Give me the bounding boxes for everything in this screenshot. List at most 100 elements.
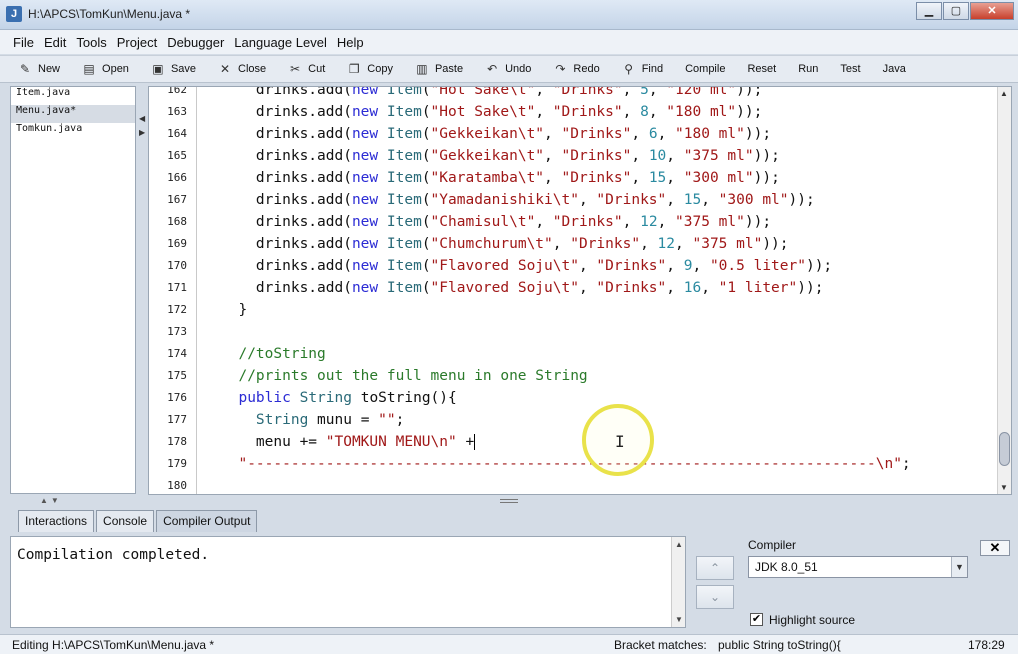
code-line[interactable]: 165 drinks.add(new Item("Gekkeikan\t", "… xyxy=(149,145,997,167)
menu-file[interactable]: File xyxy=(8,35,39,50)
menu-tools[interactable]: Tools xyxy=(71,35,111,50)
code-token: "Drinks" xyxy=(596,192,667,208)
compiler-select[interactable]: JDK 8.0_51 ▼ xyxy=(748,556,968,578)
code-token: toString(){ xyxy=(351,390,457,406)
code-text: drinks.add(new Item("Karatamba\t", "Drin… xyxy=(221,167,780,189)
undo-icon: ↶ xyxy=(487,62,498,76)
code-token: "Flavored Soju\t" xyxy=(430,280,579,296)
code-line[interactable]: 163 drinks.add(new Item("Hot Sake\t", "D… xyxy=(149,101,997,123)
code-token: "Drinks" xyxy=(552,214,623,230)
code-line[interactable]: 166 drinks.add(new Item("Karatamba\t", "… xyxy=(149,167,997,189)
code-line[interactable]: 164 drinks.add(new Item("Gekkeikan\t", "… xyxy=(149,123,997,145)
code-line[interactable]: 180 xyxy=(149,475,997,494)
save-button[interactable]: ▣ Save xyxy=(151,62,196,76)
undo-button[interactable]: ↶ Undo xyxy=(485,62,531,76)
code-token: , xyxy=(544,126,562,142)
menu-debugger[interactable]: Debugger xyxy=(162,35,229,50)
compile-button[interactable]: Compile xyxy=(685,63,725,75)
code-token: , xyxy=(535,104,553,120)
close-button[interactable]: ✕ Close xyxy=(218,62,266,76)
code-token: "1 liter" xyxy=(718,280,798,296)
scroll-up-icon[interactable]: ▲ xyxy=(1000,89,1008,98)
find-button[interactable]: ⚲ Find xyxy=(622,62,663,76)
code-line[interactable]: 176 public String toString(){ xyxy=(149,387,997,409)
code-editor[interactable]: ▲ ▼ 162 drinks.add(new Item("Hot Sake\t"… xyxy=(148,86,1012,495)
pane-splitter-handle[interactable] xyxy=(500,499,518,503)
code-line[interactable]: 167 drinks.add(new Item("Yamadanishiki\t… xyxy=(149,189,997,211)
file-item[interactable]: Tomkun.java xyxy=(11,123,135,141)
splitter-arrows[interactable]: ◀ ▶ xyxy=(139,112,145,140)
new-button[interactable]: ✎ New xyxy=(18,62,60,76)
close-panel-button[interactable]: ✕ xyxy=(980,540,1010,556)
output-text: Compilation completed. xyxy=(17,547,210,563)
file-list-resize-arrows[interactable]: ▲▼ xyxy=(40,496,62,505)
status-bar: Editing H:\APCS\TomKun\Menu.java * Brack… xyxy=(0,634,1018,654)
java-button[interactable]: Java xyxy=(883,63,906,75)
code-line[interactable]: 174 //toString xyxy=(149,343,997,365)
tab-console[interactable]: Console xyxy=(96,510,155,532)
scroll-up-icon[interactable]: ▲ xyxy=(675,540,683,549)
code-line[interactable]: 168 drinks.add(new Item("Chamisul\t", "D… xyxy=(149,211,997,233)
code-line[interactable]: 179 "-----------------------------------… xyxy=(149,453,997,475)
line-number: 169 xyxy=(167,237,187,250)
test-button[interactable]: Test xyxy=(840,63,860,75)
code-token: "Hot Sake\t" xyxy=(430,86,536,98)
paste-button[interactable]: ▥ Paste xyxy=(415,62,463,76)
bottom-tabs: Interactions Console Compiler Output xyxy=(18,510,259,532)
code-token: ( xyxy=(421,170,431,186)
code-line[interactable]: 172 } xyxy=(149,299,997,321)
code-token: 12 xyxy=(657,236,676,252)
code-token: "375 ml" xyxy=(683,148,754,164)
code-line[interactable]: 177 String munu = ""; xyxy=(149,409,997,431)
code-line[interactable]: 173 xyxy=(149,321,997,343)
next-error-button[interactable]: ⌄ xyxy=(696,585,734,609)
code-line[interactable]: 169 drinks.add(new Item("Chumchurum\t", … xyxy=(149,233,997,255)
chevron-up-icon: ⌃ xyxy=(709,561,721,575)
close-file-icon: ✕ xyxy=(219,62,231,76)
code-line[interactable]: 171 drinks.add(new Item("Flavored Soju\t… xyxy=(149,277,997,299)
redo-icon: ↷ xyxy=(555,62,566,76)
code-token: "---------------------------------------… xyxy=(221,456,902,472)
close-icon[interactable]: ✕ xyxy=(970,2,1014,20)
code-token: , xyxy=(675,236,693,252)
tab-interactions[interactable]: Interactions xyxy=(18,510,95,532)
menu-help[interactable]: Help xyxy=(332,35,369,50)
code-token: "375 ml" xyxy=(692,236,763,252)
scroll-down-icon[interactable]: ▼ xyxy=(675,615,683,624)
code-token: )); xyxy=(753,148,780,164)
compiler-output-pane[interactable]: Compilation completed. ▲ ▼ xyxy=(10,536,686,628)
code-line[interactable]: 178 menu += "TOMKUN MENU\n" + xyxy=(149,431,997,453)
code-text: //prints out the full menu in one String xyxy=(221,365,587,387)
code-line[interactable]: 170 drinks.add(new Item("Flavored Soju\t… xyxy=(149,255,997,277)
code-line[interactable]: 175 //prints out the full menu in one St… xyxy=(149,365,997,387)
dropdown-arrow-icon[interactable]: ▼ xyxy=(951,557,967,577)
output-scrollbar[interactable]: ▲ ▼ xyxy=(671,537,685,627)
file-item[interactable]: Menu.java* xyxy=(11,105,135,123)
highlight-source-checkbox[interactable]: ✔ xyxy=(750,613,763,626)
scroll-down-icon[interactable]: ▼ xyxy=(1000,483,1008,492)
editor-scrollbar[interactable]: ▲ ▼ xyxy=(997,87,1011,494)
menu-bar: File Edit Tools Project Debugger Language Lev… xyxy=(0,30,1018,54)
open-button[interactable]: ▤ Open xyxy=(82,62,129,76)
previous-error-button[interactable]: ⌃ xyxy=(696,556,734,580)
tab-compiler-output[interactable]: Compiler Output xyxy=(156,510,258,532)
code-line[interactable]: 162 drinks.add(new Item("Hot Sake\t", "D… xyxy=(149,86,997,101)
menu-language-level[interactable]: Language Level xyxy=(229,35,332,50)
menu-project[interactable]: Project xyxy=(112,35,162,50)
reset-button[interactable]: Reset xyxy=(747,63,776,75)
cut-button[interactable]: ✂ Cut xyxy=(288,62,325,76)
code-token: new xyxy=(351,236,379,252)
scroll-thumb[interactable] xyxy=(999,432,1010,466)
file-item[interactable]: Item.java xyxy=(11,87,135,105)
minimize-icon[interactable]: ▁ xyxy=(916,2,942,20)
run-button[interactable]: Run xyxy=(798,63,818,75)
code-text: //toString xyxy=(221,343,325,365)
code-token: String xyxy=(299,390,352,406)
code-token: ( xyxy=(421,86,431,98)
redo-button[interactable]: ↷ Redo xyxy=(553,62,599,76)
copy-button[interactable]: ❐ Copy xyxy=(347,62,393,76)
menu-edit[interactable]: Edit xyxy=(39,35,71,50)
maximize-icon[interactable]: ▢ xyxy=(943,2,969,20)
